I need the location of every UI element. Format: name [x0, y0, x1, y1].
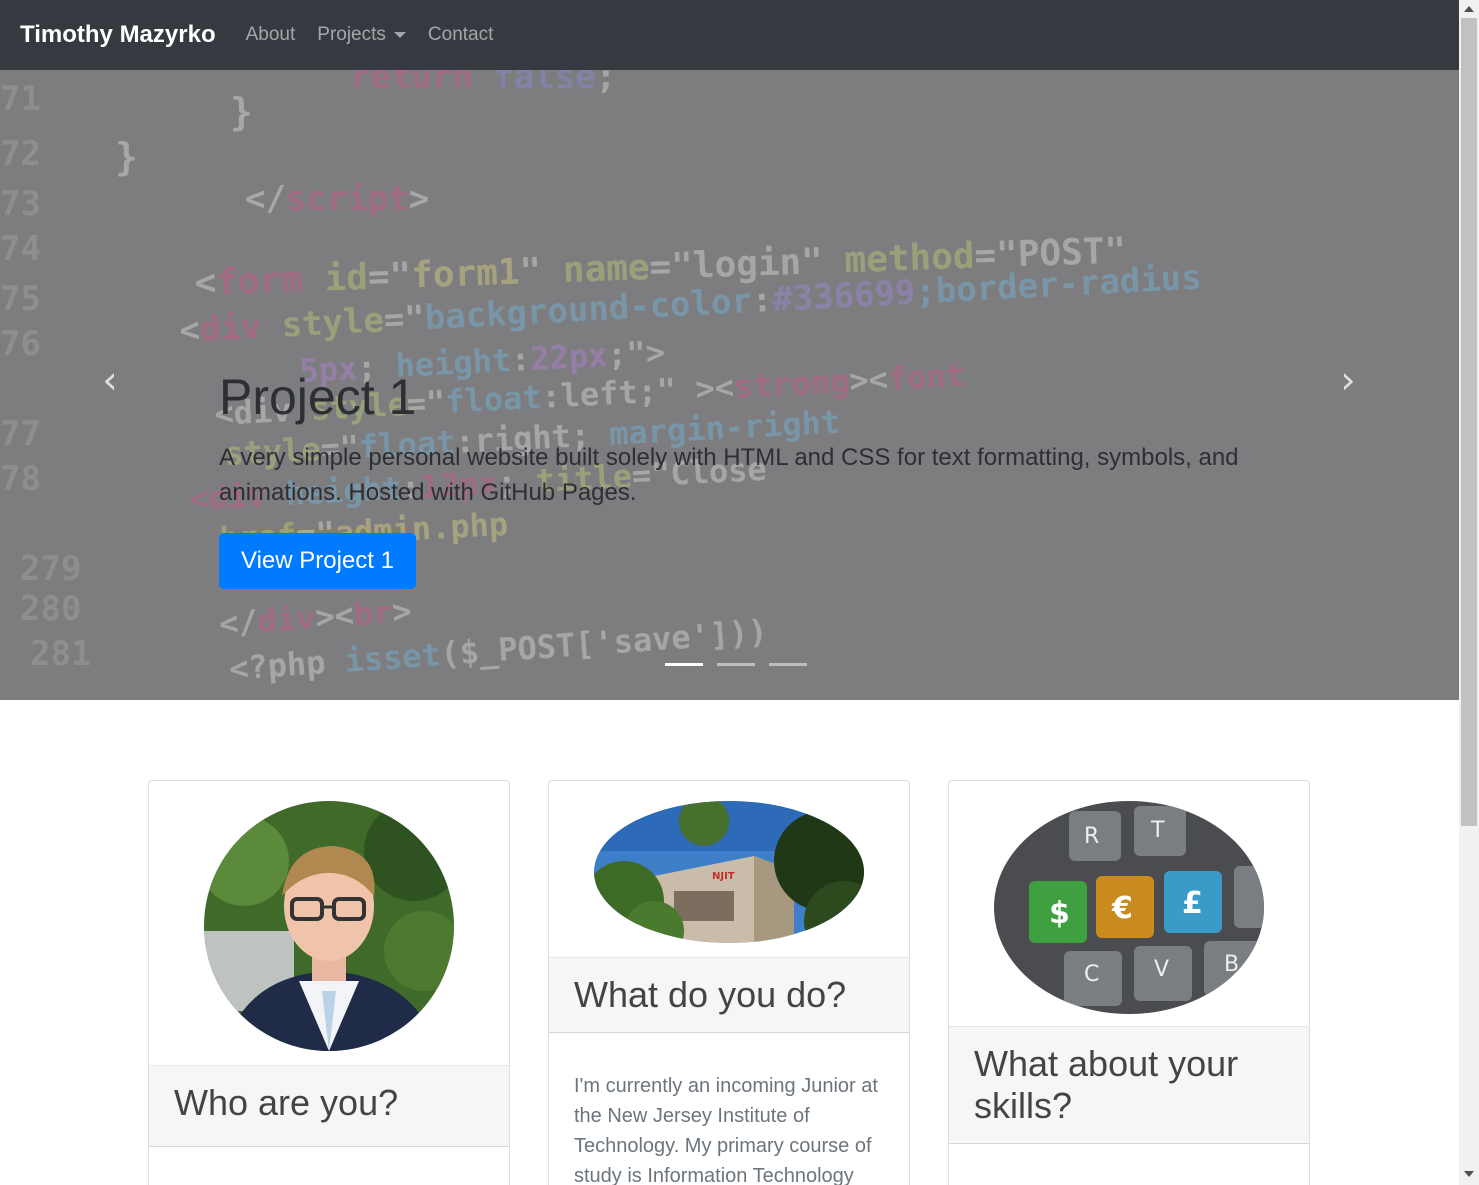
nav-link-projects-dropdown[interactable]: Projects — [317, 24, 406, 46]
portrait-photo — [204, 801, 454, 1051]
carousel-caption: Project 1 A very simple personal website… — [219, 370, 1249, 589]
chevron-right-icon: › — [1340, 358, 1356, 402]
project-carousel: 71 72 73 74 75 76 77 78 279 280 281 return fa… — [0, 70, 1459, 700]
svg-text:$: $ — [1049, 896, 1070, 931]
currency-keyboard-photo: R T $ € £ C V B — [994, 801, 1264, 1014]
nav-link-about[interactable]: About — [246, 24, 296, 46]
card-title: What about your skills? — [974, 1043, 1239, 1127]
card-title: What do you do? — [574, 974, 847, 1015]
svg-text:R: R — [1084, 824, 1099, 849]
top-navbar: Timothy Mazyrko About Projects Contact — [0, 0, 1459, 70]
scroll-down-arrow-icon[interactable] — [1464, 1171, 1474, 1177]
svg-text:T: T — [1150, 818, 1165, 843]
svg-text:V: V — [1154, 957, 1169, 982]
card-what-do-you-do: NJIT What do you do? I'm currently an in… — [548, 780, 910, 1185]
svg-text:£: £ — [1182, 886, 1203, 921]
chevron-left-icon: ‹ — [102, 358, 118, 402]
card-what-about-your-skills: R T $ € £ C V B What about your skills? — [948, 780, 1310, 1185]
carousel-indicator-3[interactable] — [769, 663, 807, 666]
carousel-indicator-2[interactable] — [717, 663, 755, 666]
card-body — [149, 1147, 509, 1185]
svg-text:B: B — [1224, 952, 1239, 977]
carousel-prev-button[interactable]: ‹ — [95, 361, 125, 399]
scrollbar-thumb[interactable] — [1461, 18, 1477, 826]
nav-link-projects-label: Projects — [317, 24, 386, 45]
navbar-brand[interactable]: Timothy Mazyrko — [20, 21, 216, 49]
carousel-indicators — [665, 663, 807, 666]
carousel-next-button[interactable]: › — [1333, 361, 1363, 399]
svg-text:C: C — [1084, 962, 1099, 987]
slide-title: Project 1 — [219, 369, 417, 425]
card-title: Who are you? — [174, 1082, 399, 1123]
scroll-up-arrow-icon[interactable] — [1464, 6, 1474, 12]
card-body: I'm currently an incoming Junior at the … — [574, 1075, 878, 1185]
card-body — [949, 1144, 1309, 1185]
campus-building-photo: NJIT — [594, 801, 864, 943]
slide-description: A very simple personal website built sol… — [219, 444, 1239, 506]
nav-link-contact[interactable]: Contact — [428, 24, 493, 46]
svg-text:NJIT: NJIT — [712, 871, 735, 882]
view-project-button[interactable]: View Project 1 — [219, 532, 416, 589]
caret-down-icon — [393, 32, 406, 38]
carousel-indicator-1[interactable] — [665, 663, 703, 666]
svg-text:€: € — [1111, 891, 1133, 926]
page-scrollbar[interactable] — [1459, 0, 1479, 1185]
card-who-are-you: Who are you? — [148, 780, 510, 1185]
